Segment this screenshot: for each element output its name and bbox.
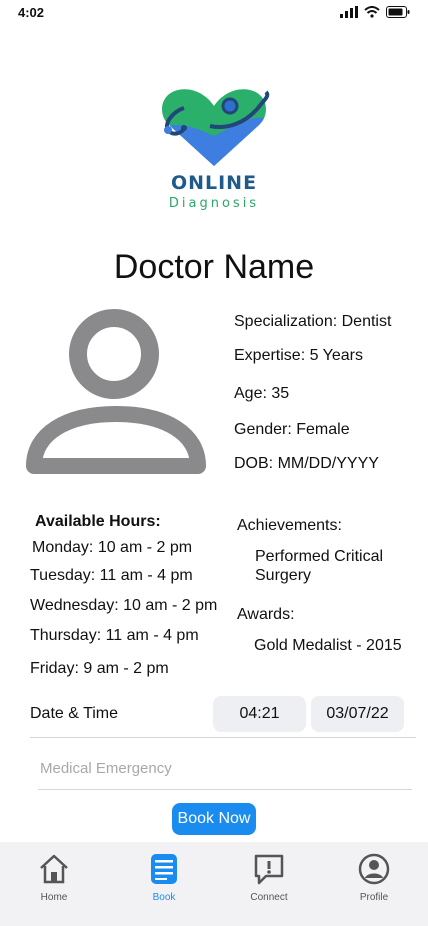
hours-wednesday: Wednesday: 10 am - 2 pm <box>30 597 218 614</box>
logo-subtitle: Diagnosis <box>168 196 260 211</box>
tab-connect-label: Connect <box>250 892 288 903</box>
age: Age: 35 <box>234 385 290 402</box>
hours-thursday: Thursday: 11 am - 4 pm <box>30 627 199 644</box>
status-bar: 4:02 <box>0 0 428 28</box>
achievements-heading: Achievements: <box>237 517 342 534</box>
hours-tuesday: Tuesday: 11 am - 4 pm <box>30 567 193 584</box>
book-now-button[interactable]: Book Now <box>172 803 256 835</box>
dob: DOB: MM/DD/YYYY <box>234 455 379 472</box>
signal-icon <box>340 6 358 18</box>
tab-bar: Home Book Connect Profile <box>0 842 428 926</box>
status-time: 4:02 <box>18 5 45 20</box>
chat-alert-icon <box>254 854 284 885</box>
time-picker[interactable]: 04:21 <box>213 696 306 732</box>
hours-friday: Friday: 9 am - 2 pm <box>30 660 169 677</box>
hours-monday: Monday: 10 am - 2 pm <box>32 539 193 556</box>
hours-heading: Available Hours: <box>35 513 161 530</box>
date-picker[interactable]: 03/07/22 <box>311 696 404 732</box>
profile-icon <box>358 853 390 885</box>
tab-profile-label: Profile <box>359 892 389 903</box>
specialization: Specialization: Dentist <box>234 313 392 330</box>
date-time-label: Date & Time <box>30 705 119 722</box>
gender: Gender: Female <box>234 421 350 438</box>
tab-profile[interactable]: Profile <box>329 852 419 903</box>
wifi-icon <box>364 6 380 18</box>
tab-home-label: Home <box>40 892 68 903</box>
status-icons <box>340 6 410 18</box>
battery-icon <box>386 6 410 18</box>
tab-home[interactable]: Home <box>9 852 99 903</box>
doctor-avatar-icon <box>26 309 206 474</box>
awards-heading: Awards: <box>237 606 295 623</box>
tab-connect[interactable]: Connect <box>224 852 314 903</box>
tab-book-label: Book <box>152 892 176 903</box>
tab-book[interactable]: Book <box>119 852 209 903</box>
achievement-line-2: Surgery <box>255 567 312 584</box>
expertise: Expertise: 5 Years <box>234 347 363 364</box>
online-diagnosis-logo <box>162 89 270 166</box>
award-item: Gold Medalist - 2015 <box>254 637 402 654</box>
doctor-name: Doctor Name <box>113 248 315 286</box>
achievement-line-1: Performed Critical <box>255 548 384 565</box>
home-icon <box>40 854 68 884</box>
medical-emergency-input[interactable]: Medical Emergency <box>40 760 172 777</box>
divider <box>30 737 416 738</box>
logo-title: ONLINE <box>170 172 258 194</box>
book-icon <box>151 854 177 884</box>
emergency-underline <box>38 789 412 790</box>
